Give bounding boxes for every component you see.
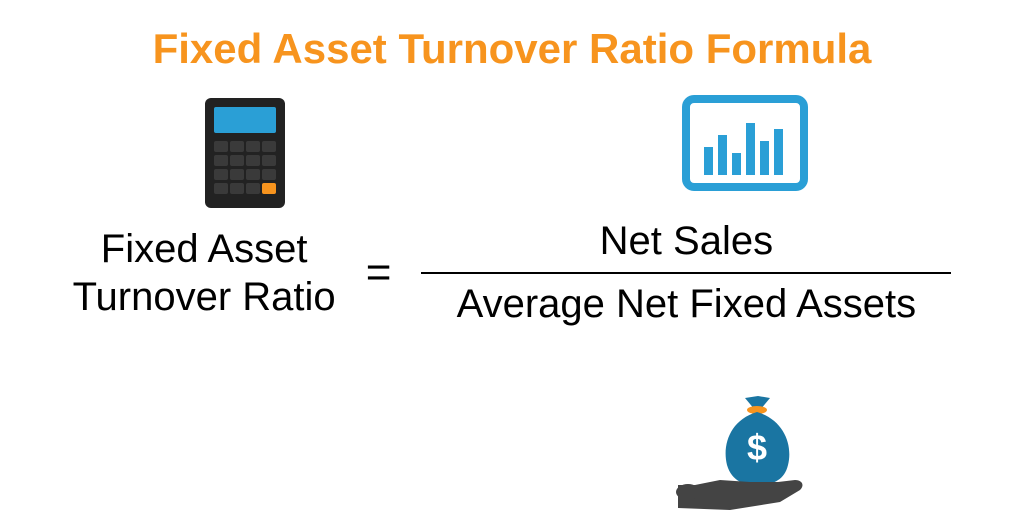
formula-row: Fixed Asset Turnover Ratio = Net Sales A… — [0, 213, 1024, 333]
money-bag-in-hand-icon: $ — [660, 390, 820, 525]
lhs-line1: Fixed Asset — [73, 225, 336, 273]
formula-lhs: Fixed Asset Turnover Ratio — [73, 225, 336, 321]
denominator: Average Net Fixed Assets — [457, 276, 917, 333]
fraction-bar — [421, 272, 951, 274]
svg-text:$: $ — [747, 427, 767, 468]
icons-row — [0, 73, 1024, 213]
lhs-line2: Turnover Ratio — [73, 273, 336, 321]
bar-chart-icon — [680, 93, 810, 198]
page-title: Fixed Asset Turnover Ratio Formula — [0, 0, 1024, 73]
fraction: Net Sales Average Net Fixed Assets — [421, 213, 951, 333]
numerator: Net Sales — [600, 213, 773, 270]
calculator-icon — [200, 93, 290, 218]
equals-sign: = — [366, 248, 392, 298]
